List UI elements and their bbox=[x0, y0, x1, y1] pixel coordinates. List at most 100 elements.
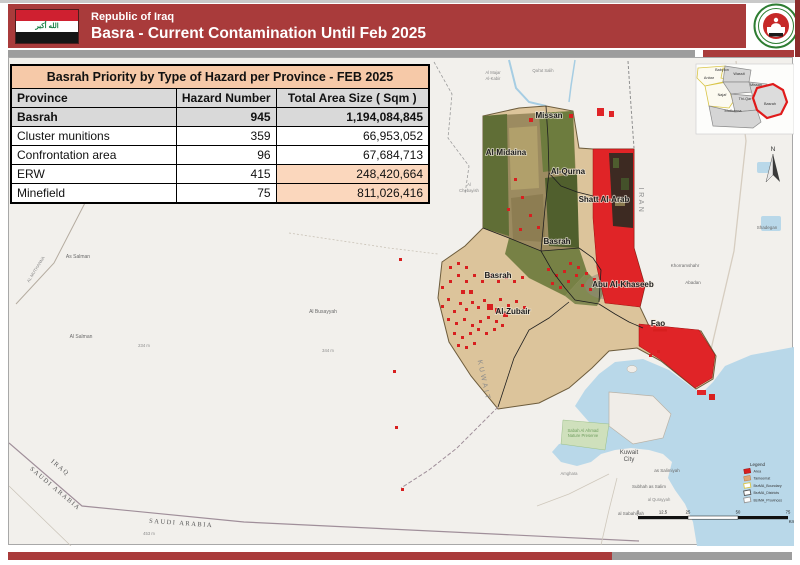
top-strip bbox=[0, 0, 800, 3]
map-label: Abadan bbox=[685, 280, 701, 285]
map-label: Khorramshahr bbox=[671, 263, 700, 268]
map-label: As Salman bbox=[66, 254, 90, 260]
table-cell: Confrontation area bbox=[11, 146, 176, 165]
table-row: Cluster munitions35966,953,052 bbox=[11, 127, 429, 146]
iran-border-dashed bbox=[628, 61, 634, 148]
legend-swatch-icon bbox=[744, 468, 751, 474]
river-tigris bbox=[509, 60, 546, 106]
table-row: Basrah9451,194,084,845 bbox=[11, 108, 429, 127]
organization-emblem-icon bbox=[753, 3, 799, 49]
page-title: Basra - Current Contamination Until Feb … bbox=[91, 24, 426, 43]
map-label: Missan bbox=[750, 83, 762, 87]
table-cell: 359 bbox=[176, 127, 276, 146]
map-label: al Qurayyah bbox=[648, 497, 671, 502]
map-label: Subhah as Salim bbox=[632, 484, 666, 489]
col-header-hazard-number: Hazard Number bbox=[176, 89, 276, 108]
saudi-border bbox=[9, 443, 639, 541]
hazard-table: Basrah Priority by Type of Hazard per Pr… bbox=[10, 64, 430, 204]
table-cell: 96 bbox=[176, 146, 276, 165]
map-label: Basrah bbox=[764, 102, 776, 106]
map-label: Area bbox=[754, 470, 762, 474]
kuwait-roads-2 bbox=[601, 478, 617, 545]
map-label: as Salimiyah bbox=[654, 468, 680, 473]
map-label: SAUDI ARABIA bbox=[28, 466, 82, 513]
map-label: SAUDI ARABIA bbox=[149, 518, 213, 529]
map-label: Al Majar bbox=[485, 70, 501, 75]
footer-gray-bar bbox=[612, 552, 792, 560]
map-label: Basrah bbox=[484, 271, 511, 280]
col-header-total-area: Total Area Size ( Sqm ) bbox=[276, 89, 429, 108]
table-cell: 66,953,052 bbox=[276, 127, 429, 146]
map-label: BsrMA_Provinces bbox=[754, 498, 783, 502]
table-row: Confrontation area9667,684,713 bbox=[11, 146, 429, 165]
map-label: 344 m bbox=[322, 348, 334, 353]
table-cell: 75 bbox=[176, 184, 276, 204]
map-label: Kuwait bbox=[620, 449, 639, 456]
table-row: ERW415248,420,664 bbox=[11, 165, 429, 184]
map-label: City bbox=[624, 456, 636, 463]
map-label: Al Salman bbox=[70, 334, 93, 340]
col-header-province: Province bbox=[11, 89, 176, 108]
islet bbox=[627, 366, 637, 373]
table-cell: 415 bbox=[176, 165, 276, 184]
map-label: 12.5 bbox=[659, 510, 668, 515]
legend-swatch-icon bbox=[744, 483, 751, 489]
map-label: Muthanna bbox=[725, 109, 743, 113]
map-label: Al-Zubair bbox=[495, 307, 530, 316]
map-label: Al-Kabir bbox=[486, 76, 501, 81]
table-cell: 67,684,713 bbox=[276, 146, 429, 165]
road-muthanna bbox=[16, 201, 86, 304]
map-label: Al Busayyah bbox=[309, 309, 337, 315]
svg-text:N: N bbox=[771, 146, 776, 153]
map-label: Shatt Al-Arab bbox=[579, 195, 630, 204]
table-cell: 945 bbox=[176, 108, 276, 127]
header-red-bar bbox=[703, 50, 794, 57]
map-label: 453 m bbox=[143, 531, 155, 536]
kuwait-border-dashed bbox=[401, 407, 498, 488]
table-cell: Minefield bbox=[11, 184, 176, 204]
map-label: Al-Midaina bbox=[486, 148, 527, 157]
svg-text:Km: Km bbox=[789, 519, 794, 524]
table-cell: Cluster munitions bbox=[11, 127, 176, 146]
map-label: Missan bbox=[535, 111, 562, 120]
map-label: 75 bbox=[786, 510, 791, 515]
map-label: Anbar bbox=[704, 76, 715, 80]
table-title: Basrah Priority by Type of Hazard per Pr… bbox=[11, 65, 429, 89]
header-banner: الله أكبر Republic of Iraq Basra - Curre… bbox=[8, 4, 746, 48]
legend-swatch-icon bbox=[744, 490, 751, 496]
footer-red-bar bbox=[8, 552, 612, 560]
map-label: Amghara bbox=[561, 471, 579, 476]
iraq-flag-icon: الله أكبر bbox=[15, 9, 79, 44]
map-label: IRAN bbox=[637, 188, 644, 215]
map-label: Tameemat bbox=[754, 477, 771, 481]
banner-text: Republic of Iraq Basra - Current Contami… bbox=[91, 10, 426, 43]
map-label: Qal'at Salih bbox=[532, 68, 554, 73]
river-euphrates-faint bbox=[289, 233, 438, 254]
map-label: Chebayish bbox=[459, 188, 479, 193]
map-label: 234 m bbox=[138, 343, 150, 348]
table-header-row: Province Hazard Number Total Area Size (… bbox=[11, 89, 429, 108]
table-row: Minefield75811,026,416 bbox=[11, 184, 429, 204]
report-page: الله أكبر Republic of Iraq Basra - Curre… bbox=[0, 0, 800, 565]
table-cell: Basrah bbox=[11, 108, 176, 127]
table-cell: 811,026,416 bbox=[276, 184, 429, 204]
admin-dashes-missan bbox=[434, 62, 469, 194]
hazard-table-body: Basrah Priority by Type of Hazard per Pr… bbox=[11, 65, 429, 203]
map-label: Thi-Qar bbox=[739, 97, 753, 101]
table-cell: 248,420,664 bbox=[276, 165, 429, 184]
map-label: AL MUTHANNA bbox=[26, 255, 46, 283]
legend-swatch-icon bbox=[744, 497, 751, 503]
flag-arabic-text: الله أكبر bbox=[16, 21, 78, 32]
map-label: 25 bbox=[686, 510, 691, 515]
map-label: Shadegan bbox=[757, 225, 778, 230]
legend-swatch-icon bbox=[744, 475, 751, 481]
country-label: Republic of Iraq bbox=[91, 10, 426, 24]
map-label: IRAQ bbox=[49, 458, 70, 477]
map-label: al Sabahiyah bbox=[618, 511, 645, 516]
map-label: Basrah bbox=[543, 237, 570, 246]
map-label: Al bbox=[467, 182, 471, 187]
river-2 bbox=[569, 60, 575, 102]
contamination-red-areas bbox=[593, 108, 715, 395]
table-title-row: Basrah Priority by Type of Hazard per Pr… bbox=[11, 65, 429, 89]
map-label: Fao bbox=[651, 319, 665, 328]
